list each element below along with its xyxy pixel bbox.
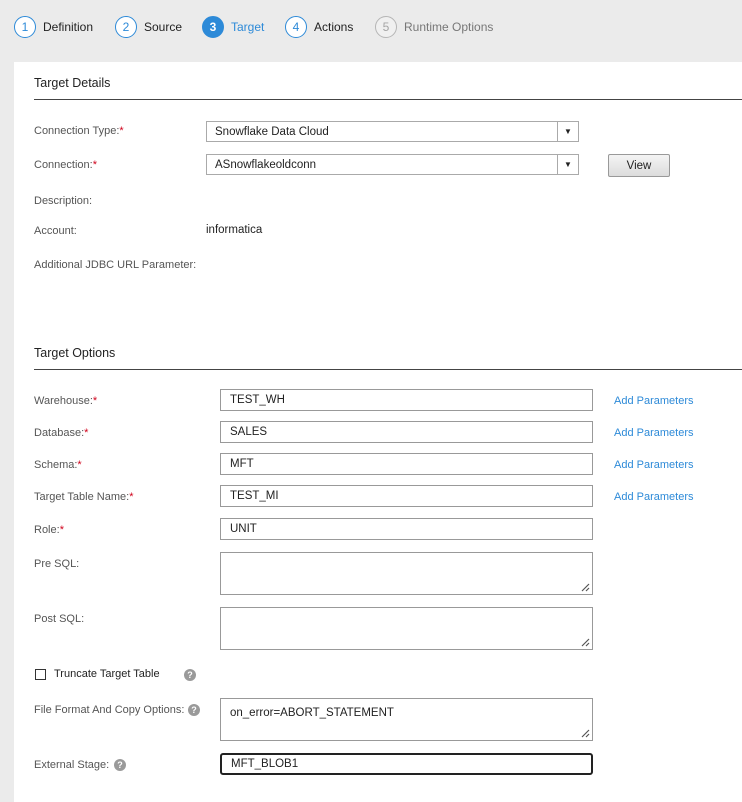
role-label: Role:*	[34, 524, 64, 536]
step-number: 5	[375, 16, 397, 38]
schema-input[interactable]: MFT	[220, 453, 593, 475]
warehouse-add-parameters-link[interactable]: Add Parameters	[614, 395, 693, 407]
target-table-name-label: Target Table Name:*	[34, 491, 134, 503]
pre-sql-textarea[interactable]	[220, 552, 593, 595]
description-label: Description:	[34, 195, 93, 207]
role-input[interactable]: UNIT	[220, 518, 593, 540]
step-number: 3	[202, 16, 224, 38]
warehouse-label: Warehouse:*	[34, 395, 98, 407]
dropdown-arrow-icon[interactable]: ▼	[557, 122, 578, 141]
target-options-title: Target Options	[34, 346, 116, 360]
truncate-target-table-checkbox[interactable]	[35, 669, 46, 680]
step-source[interactable]: 2 Source	[115, 14, 182, 40]
database-label: Database:*	[34, 427, 89, 439]
step-runtime-options: 5 Runtime Options	[375, 14, 493, 40]
step-actions[interactable]: 4 Actions	[285, 14, 353, 40]
step-number: 1	[14, 16, 36, 38]
external-stage-input[interactable]: MFT_BLOB1	[220, 753, 593, 775]
target-table-name-input[interactable]: TEST_MI	[220, 485, 593, 507]
connection-select[interactable]: ASnowflakeoldconn ▼	[206, 154, 579, 175]
section-divider	[34, 99, 742, 100]
table-add-parameters-link[interactable]: Add Parameters	[614, 491, 693, 503]
resize-grip-icon[interactable]	[581, 638, 590, 647]
help-icon[interactable]: ?	[188, 704, 200, 716]
connection-type-select[interactable]: Snowflake Data Cloud ▼	[206, 121, 579, 142]
wizard-steps: 1 Definition 2 Source 3 Target 4 Actions…	[0, 0, 742, 62]
schema-label: Schema:*	[34, 459, 82, 471]
warehouse-input[interactable]: TEST_WH	[220, 389, 593, 411]
database-add-parameters-link[interactable]: Add Parameters	[614, 427, 693, 439]
resize-grip-icon[interactable]	[581, 583, 590, 592]
view-button[interactable]: View	[608, 154, 670, 177]
connection-label: Connection:*	[34, 159, 97, 171]
step-label: Source	[144, 20, 183, 34]
truncate-target-table-label: Truncate Target Table	[54, 668, 160, 680]
step-label: Definition	[43, 20, 94, 34]
database-input[interactable]: SALES	[220, 421, 593, 443]
post-sql-textarea[interactable]	[220, 607, 593, 650]
target-details-title: Target Details	[34, 76, 111, 90]
resize-grip-icon[interactable]	[581, 729, 590, 738]
external-stage-label: External Stage:	[34, 759, 110, 771]
step-number: 4	[285, 16, 307, 38]
file-format-textarea[interactable]: on_error=ABORT_STATEMENT	[220, 698, 593, 741]
dropdown-arrow-icon[interactable]: ▼	[557, 155, 578, 174]
connection-value: ASnowflakeoldconn	[215, 158, 317, 171]
post-sql-label: Post SQL:	[34, 613, 85, 625]
account-value: informatica	[206, 224, 263, 236]
jdbc-url-label: Additional JDBC URL Parameter:	[34, 259, 197, 271]
step-label: Target	[231, 20, 265, 34]
help-icon[interactable]: ?	[114, 759, 126, 771]
target-panel: Target Details Connection Type:* Snowfla…	[14, 62, 742, 802]
file-format-value: on_error=ABORT_STATEMENT	[230, 707, 394, 719]
file-format-label: File Format And Copy Options:	[34, 704, 185, 716]
step-number: 2	[115, 16, 137, 38]
step-definition[interactable]: 1 Definition	[14, 14, 93, 40]
schema-add-parameters-link[interactable]: Add Parameters	[614, 459, 693, 471]
connection-type-label: Connection Type:*	[34, 125, 124, 137]
connection-type-value: Snowflake Data Cloud	[215, 125, 329, 138]
account-label: Account:	[34, 225, 77, 237]
section-divider	[34, 369, 742, 370]
step-label: Actions	[314, 20, 354, 34]
help-icon[interactable]: ?	[184, 669, 196, 681]
step-target[interactable]: 3 Target	[202, 14, 264, 40]
pre-sql-label: Pre SQL:	[34, 558, 80, 570]
step-label: Runtime Options	[404, 20, 494, 34]
